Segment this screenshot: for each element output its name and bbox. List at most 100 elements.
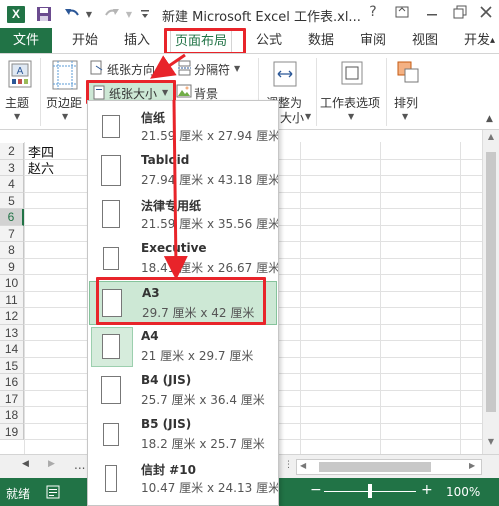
save-icon[interactable] [34,4,54,24]
arrange-dropdown-icon[interactable]: ▼ [402,112,408,121]
row-header[interactable]: 9 [0,258,24,275]
tab-review[interactable]: 审阅 [360,28,386,53]
horizontal-scrollbar[interactable]: ◀ ▶ [296,459,482,475]
customize-toolbar-icon[interactable] [138,4,152,24]
paper-size-dimensions: 25.7 厘米 x 36.4 厘米 [141,393,265,407]
sheet-options-icon[interactable] [340,60,364,86]
row-header[interactable]: 18 [0,407,24,424]
themes-dropdown-icon[interactable]: ▼ [14,112,20,121]
row-header[interactable]: 5 [0,192,24,209]
row-header[interactable]: 15 [0,357,24,374]
scroll-left-icon[interactable]: ◀ [300,461,306,470]
tab-formulas[interactable]: 公式 [256,28,282,53]
background-icon[interactable] [176,84,192,98]
cell-a3[interactable]: 赵六 [28,158,54,177]
margins-icon[interactable] [52,60,78,90]
sheet-options-dropdown-icon[interactable]: ▼ [348,112,354,121]
margins-label[interactable]: 页边距 [46,94,82,111]
sheet-options-dots-icon[interactable]: ⋮ [284,460,293,470]
zoom-slider-thumb[interactable] [368,484,372,498]
paper-size-option[interactable]: 信纸 21.59 厘米 x 27.94 厘米 [89,105,278,149]
column-line [24,142,25,454]
sheet-more-button[interactable]: ... [74,458,85,472]
row-header[interactable]: 11 [0,291,24,308]
sheet-next-icon[interactable]: ▶ [48,459,55,469]
paper-thumbnail-icon [102,114,120,138]
row-header[interactable]: 17 [0,390,24,407]
zoom-out-button[interactable]: − [310,482,322,498]
themes-icon[interactable]: A [8,60,32,88]
row-header[interactable]: 8 [0,242,24,259]
minimize-icon[interactable] [424,4,442,24]
orientation-dropdown-icon[interactable]: ▼ [160,64,166,73]
zoom-level[interactable]: 100% [446,485,480,499]
sheet-options-label[interactable]: 工作表选项 [320,94,380,111]
orientation-label[interactable]: 纸张方向 [107,61,155,78]
ribbon-display-icon[interactable] [394,4,412,24]
paper-size-option[interactable]: B4 (JIS) 25.7 厘米 x 36.4 厘米 [89,369,277,413]
vertical-scroll-thumb[interactable] [486,152,496,412]
scroll-down-icon[interactable]: ▼ [483,437,499,451]
breaks-label[interactable]: 分隔符 [194,61,230,78]
paper-thumbnail-icon [102,200,120,228]
tab-data[interactable]: 数据 [308,28,334,53]
margins-dropdown-icon[interactable]: ▼ [62,112,68,121]
tab-file[interactable]: 文件 [0,28,52,53]
redo-icon[interactable] [102,4,122,24]
row-header[interactable]: 13 [0,324,24,341]
paper-size-option[interactable]: Tabloid 27.94 厘米 x 43.18 厘米 [89,149,278,193]
row-header[interactable]: 2 [0,143,24,160]
row-header[interactable]: 7 [0,225,24,242]
undo-dropdown-icon[interactable]: ▼ [84,4,94,24]
sheet-prev-icon[interactable]: ◀ [22,459,29,469]
row-header[interactable]: 12 [0,308,24,325]
paper-size-option[interactable]: Executive 18.41 厘米 x 26.67 厘米 [89,237,279,281]
paper-size-option[interactable]: 法律专用纸 21.59 厘米 x 35.56 厘米 [89,193,278,237]
row-header[interactable]: 6 [0,209,24,226]
breaks-dropdown-icon[interactable]: ▼ [234,64,240,73]
row-header[interactable]: 10 [0,275,24,292]
undo-icon[interactable] [62,4,82,24]
row-header[interactable]: 14 [0,341,24,358]
paper-size-name: B5 (JIS) [141,417,192,431]
macro-record-icon[interactable] [46,485,60,499]
row-header[interactable]: 16 [0,374,24,391]
help-icon[interactable]: ? [364,4,382,24]
tab-insert[interactable]: 插入 [124,28,150,53]
arrange-icon[interactable] [396,60,420,86]
paper-size-name: B4 (JIS) [141,373,192,387]
paper-thumbnail-icon [103,246,119,270]
orientation-icon[interactable] [90,60,104,76]
zoom-in-button[interactable]: + [421,482,433,498]
collapse-ribbon-icon[interactable]: ▲ [486,114,493,124]
restore-icon[interactable] [452,4,470,24]
vertical-scrollbar[interactable]: ▲ ▼ [482,130,499,454]
tab-home[interactable]: 开始 [72,28,98,53]
paper-size-name: 法律专用纸 [141,199,202,213]
scale-to-fit-icon[interactable] [272,60,298,88]
row-header[interactable]: 4 [0,176,24,193]
paper-size-dimensions: 18.2 厘米 x 25.7 厘米 [141,437,265,451]
redo-dropdown-icon[interactable]: ▼ [124,4,134,24]
arrange-label[interactable]: 排列 [394,94,418,111]
scale-to-fit-dropdown-icon[interactable]: ▼ [305,112,311,121]
scale-to-fit-label-2[interactable]: 大小 [280,109,304,126]
breaks-icon[interactable] [178,60,192,76]
tab-view[interactable]: 视图 [412,28,438,53]
paper-size-dimensions: 18.41 厘米 x 26.67 厘米 [141,261,279,275]
paper-size-option[interactable]: 信封 #10 10.47 厘米 x 24.13 厘米 [89,457,278,501]
paper-size-option[interactable]: B5 (JIS) 18.2 厘米 x 25.7 厘米 [89,413,277,457]
group-separator [40,58,41,126]
themes-label[interactable]: 主题 [5,94,29,111]
scroll-up-icon[interactable]: ▲ [483,132,499,146]
horizontal-scroll-thumb[interactable] [319,462,431,472]
row-header[interactable]: 19 [0,423,24,440]
row-header[interactable]: 3 [0,159,24,176]
close-icon[interactable] [478,4,496,24]
tab-scroll-icon[interactable]: ▴ [486,28,499,53]
highlight-frame-a3 [96,277,266,325]
paper-size-option[interactable]: A4 21 厘米 x 29.7 厘米 [89,325,277,369]
scroll-right-icon[interactable]: ▶ [469,461,475,470]
svg-text:A: A [17,66,24,77]
excel-logo-icon[interactable]: X [5,4,27,24]
